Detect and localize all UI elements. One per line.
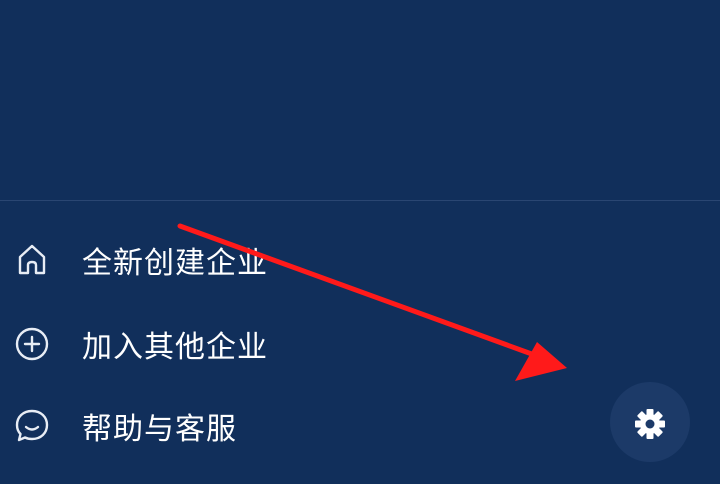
- menu-item-create-enterprise[interactable]: 全新创建企业: [0, 228, 560, 292]
- menu-item-label: 帮助与客服: [82, 412, 237, 447]
- gear-icon: [635, 409, 665, 439]
- settings-button[interactable]: [610, 382, 690, 462]
- home-icon: [12, 240, 52, 280]
- menu-item-join-enterprise[interactable]: 加入其他企业: [0, 312, 560, 376]
- menu-item-help-support[interactable]: 帮助与客服: [0, 394, 560, 458]
- menu-item-label: 加入其他企业: [82, 330, 268, 365]
- drawer-header-area: [0, 0, 720, 200]
- chat-bubble-icon: [12, 406, 52, 446]
- menu-item-label: 全新创建企业: [82, 246, 268, 281]
- divider: [0, 200, 720, 201]
- plus-circle-icon: [12, 324, 52, 364]
